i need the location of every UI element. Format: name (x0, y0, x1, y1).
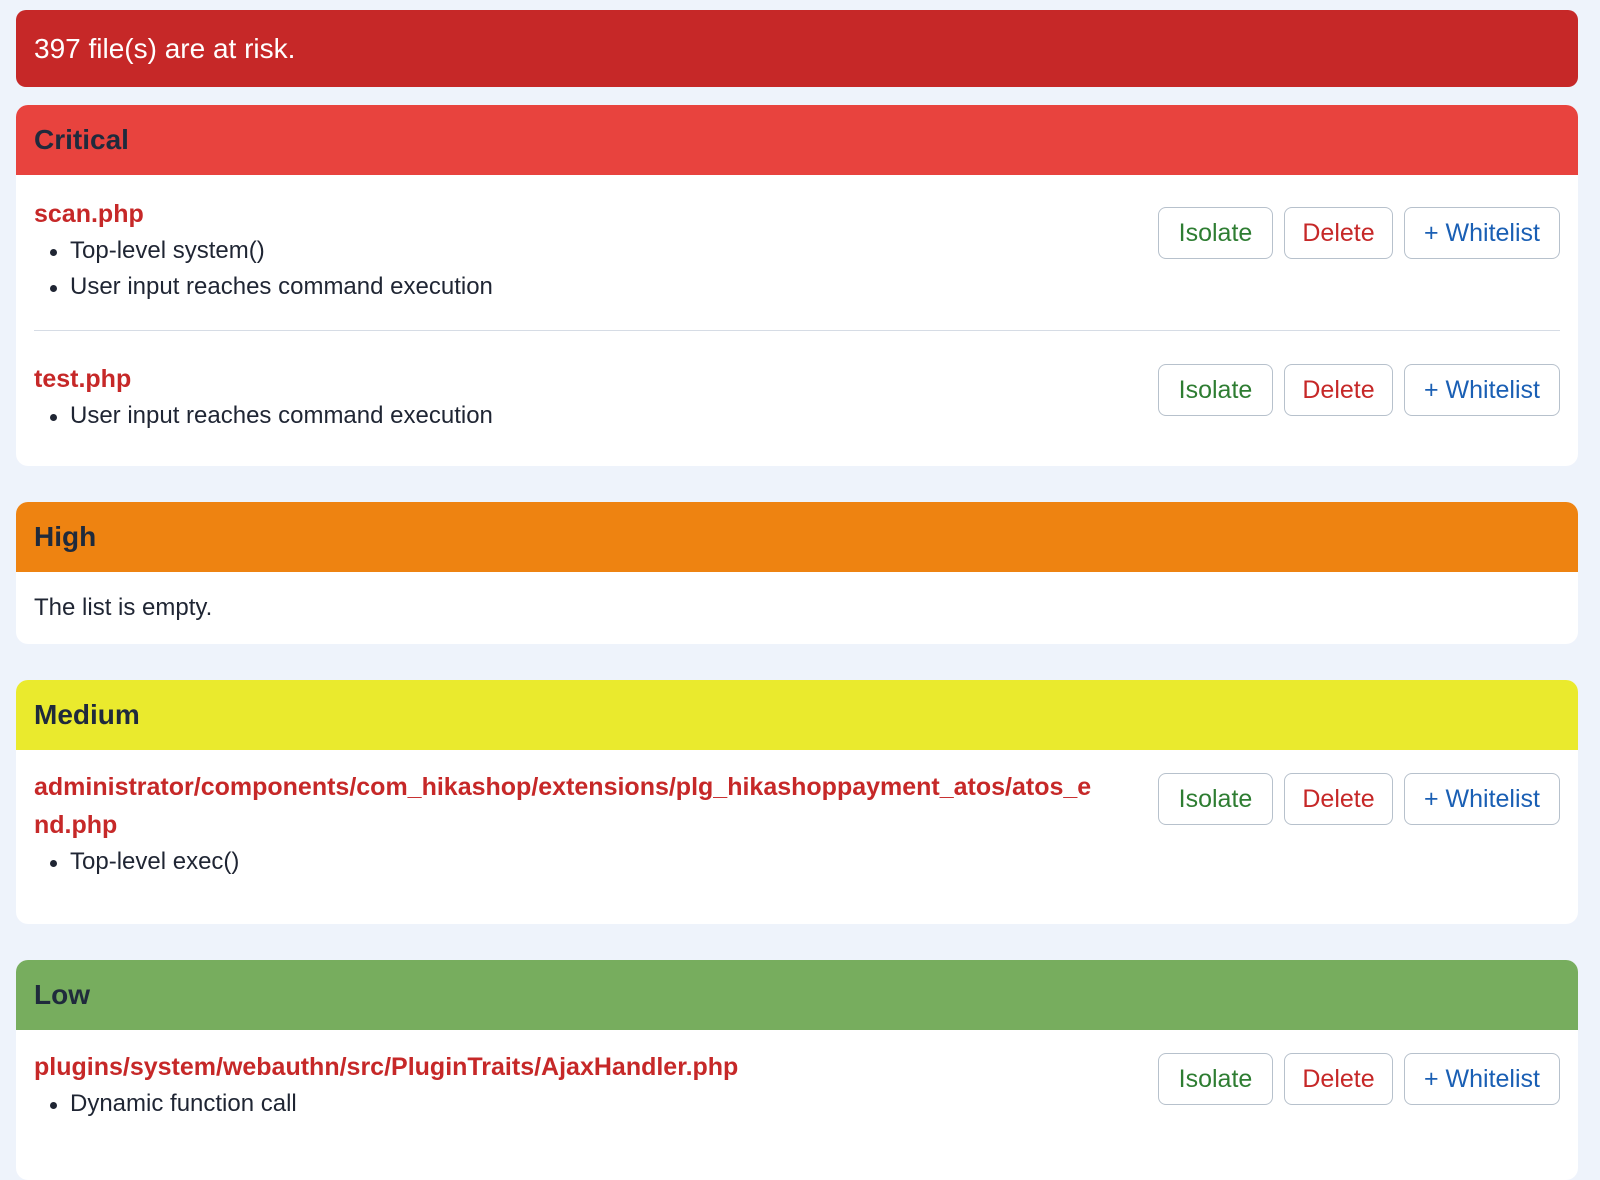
delete-button[interactable]: Delete (1284, 207, 1393, 259)
section-critical-header: Critical (16, 105, 1578, 175)
isolate-button[interactable]: Isolate (1158, 207, 1273, 259)
scan-results-page: 397 file(s) are at risk. Critical scan.p… (0, 0, 1600, 1180)
file-name[interactable]: test.php (34, 360, 1138, 398)
whitelist-button[interactable]: + Whitelist (1404, 773, 1560, 825)
delete-button[interactable]: Delete (1284, 1053, 1393, 1105)
section-medium: Medium administrator/components/com_hika… (16, 680, 1578, 924)
section-high: High The list is empty. (16, 502, 1578, 644)
isolate-button[interactable]: Isolate (1158, 364, 1273, 416)
risk-alert-text: 397 file(s) are at risk. (34, 32, 296, 64)
file-info: test.php User input reaches command exec… (34, 360, 1158, 434)
section-critical: Critical scan.php Top-level system() Use… (16, 105, 1578, 466)
whitelist-button[interactable]: + Whitelist (1404, 207, 1560, 259)
section-critical-title: Critical (34, 124, 129, 155)
file-actions: Isolate Delete + Whitelist (1158, 773, 1560, 825)
file-name[interactable]: administrator/components/com_hikashop/ex… (34, 768, 1104, 844)
risk-alert-banner: 397 file(s) are at risk. (16, 10, 1578, 87)
isolate-button[interactable]: Isolate (1158, 1053, 1273, 1105)
empty-list-message: The list is empty. (34, 594, 213, 621)
reason-list: User input reaches command execution (34, 398, 1138, 434)
section-low-body: plugins/system/webauthn/src/PluginTraits… (16, 1030, 1578, 1122)
isolate-button[interactable]: Isolate (1158, 773, 1273, 825)
file-actions: Isolate Delete + Whitelist (1158, 364, 1560, 416)
reason-item: Dynamic function call (50, 1086, 1138, 1122)
section-critical-body: scan.php Top-level system() User input r… (16, 175, 1578, 466)
file-entry: plugins/system/webauthn/src/PluginTraits… (34, 1030, 1560, 1122)
file-actions: Isolate Delete + Whitelist (1158, 207, 1560, 259)
whitelist-button[interactable]: + Whitelist (1404, 1053, 1560, 1105)
reason-item: Top-level system() (50, 233, 1138, 269)
section-medium-header: Medium (16, 680, 1578, 750)
reason-list: Top-level system() User input reaches co… (34, 233, 1138, 305)
section-high-header: High (16, 502, 1578, 572)
file-entry: administrator/components/com_hikashop/ex… (34, 750, 1560, 880)
file-actions: Isolate Delete + Whitelist (1158, 1053, 1560, 1105)
whitelist-button[interactable]: + Whitelist (1404, 364, 1560, 416)
section-high-title: High (34, 521, 97, 552)
delete-button[interactable]: Delete (1284, 364, 1393, 416)
file-entry: scan.php Top-level system() User input r… (34, 175, 1560, 330)
reason-list: Dynamic function call (34, 1086, 1138, 1122)
section-low-title: Low (34, 979, 90, 1010)
file-entry: test.php User input reaches command exec… (34, 330, 1560, 434)
delete-button[interactable]: Delete (1284, 773, 1393, 825)
section-low: Low plugins/system/webauthn/src/PluginTr… (16, 960, 1578, 1180)
file-name[interactable]: plugins/system/webauthn/src/PluginTraits… (34, 1048, 1138, 1086)
file-info: administrator/components/com_hikashop/ex… (34, 768, 1124, 880)
reason-item: User input reaches command execution (50, 398, 1138, 434)
section-low-header: Low (16, 960, 1578, 1030)
reason-item: User input reaches command execution (50, 269, 1138, 305)
section-high-body: The list is empty. (16, 572, 1578, 644)
file-info: scan.php Top-level system() User input r… (34, 195, 1158, 305)
reason-list: Top-level exec() (34, 844, 1104, 880)
section-medium-body: administrator/components/com_hikashop/ex… (16, 750, 1578, 924)
section-medium-title: Medium (34, 699, 140, 730)
file-name[interactable]: scan.php (34, 195, 1138, 233)
reason-item: Top-level exec() (50, 844, 1104, 880)
file-info: plugins/system/webauthn/src/PluginTraits… (34, 1048, 1158, 1122)
